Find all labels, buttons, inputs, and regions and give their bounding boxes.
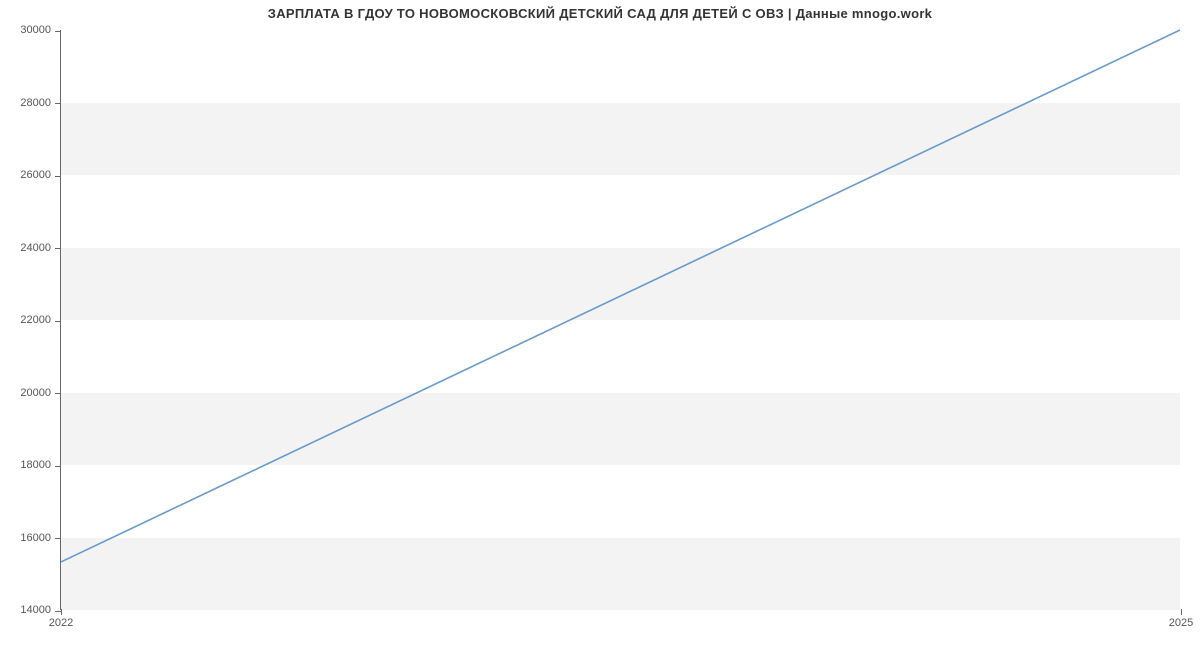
y-tick-mark: [55, 393, 61, 394]
y-tick-label: 14000: [20, 604, 51, 616]
y-tick-mark: [55, 248, 61, 249]
y-tick-mark: [55, 321, 61, 322]
y-tick-label: 18000: [20, 459, 51, 471]
x-tick: [1181, 609, 1182, 615]
y-tick: 16000: [61, 538, 1180, 539]
y-tick-mark: [55, 538, 61, 539]
y-tick: 22000: [61, 320, 1180, 321]
y-tick-label: 16000: [20, 532, 51, 544]
data-line: [61, 30, 1180, 562]
y-tick-label: 24000: [20, 242, 51, 254]
y-tick: 30000: [61, 30, 1180, 31]
y-tick: 26000: [61, 175, 1180, 176]
y-tick-label: 20000: [20, 387, 51, 399]
chart-container: ЗАРПЛАТА В ГДОУ ТО НОВОМОСКОВСКИЙ ДЕТСКИ…: [0, 0, 1200, 650]
y-tick-label: 22000: [20, 314, 51, 326]
y-tick: 28000: [61, 103, 1180, 104]
y-tick-mark: [55, 176, 61, 177]
y-tick: 20000: [61, 393, 1180, 394]
plot-area: 14000 16000 18000 20000 22000 24000 26000 28000…: [60, 30, 1180, 610]
y-tick-mark: [55, 31, 61, 32]
y-tick-label: 30000: [20, 24, 51, 36]
y-tick: 14000: [61, 610, 1180, 611]
x-tick-label: 2025: [1169, 617, 1193, 629]
y-tick: 24000: [61, 248, 1180, 249]
y-tick-label: 28000: [20, 97, 51, 109]
y-tick-label: 26000: [20, 169, 51, 181]
x-tick-label: 2022: [49, 617, 73, 629]
y-tick-mark: [55, 466, 61, 467]
y-tick-mark: [55, 103, 61, 104]
x-tick: [61, 609, 62, 615]
chart-title: ЗАРПЛАТА В ГДОУ ТО НОВОМОСКОВСКИЙ ДЕТСКИ…: [0, 6, 1200, 21]
y-tick: 18000: [61, 465, 1180, 466]
